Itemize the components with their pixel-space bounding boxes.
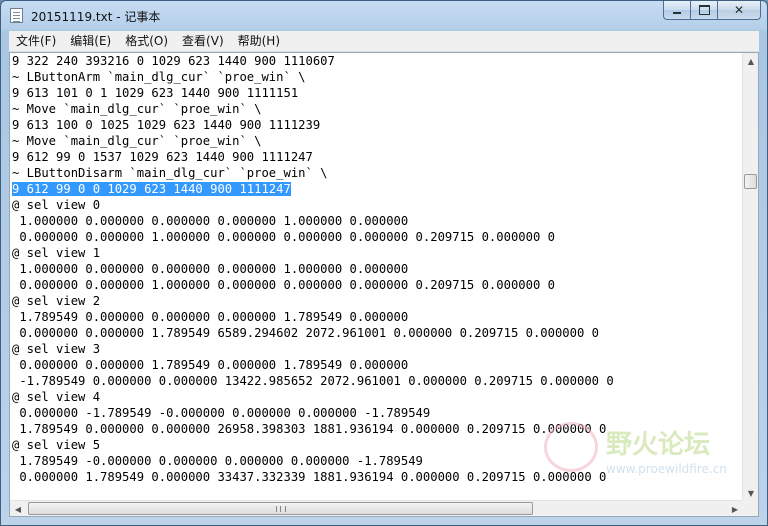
scroll-down-arrow-icon[interactable]: ▼ <box>743 485 759 501</box>
text-line-content: @ sel view 2 <box>12 294 101 308</box>
text-line-content: 9 613 100 0 1025 1029 623 1440 900 11112… <box>12 118 321 132</box>
text-line[interactable]: ~ LButtonArm `main_dlg_cur` `proe_win` \ <box>10 69 743 85</box>
text-line-content: ~ LButtonDisarm `main_dlg_cur` `proe_win… <box>12 166 328 180</box>
close-button[interactable]: ✕ <box>717 1 761 20</box>
text-line[interactable]: @ sel view 4 <box>10 389 743 405</box>
text-line[interactable]: ~ LButtonDisarm `main_dlg_cur` `proe_win… <box>10 165 743 181</box>
text-line[interactable]: 1.789549 0.000000 0.000000 0.000000 1.78… <box>10 309 743 325</box>
text-line[interactable]: @ sel view 0 <box>10 197 743 213</box>
text-line[interactable]: 0.000000 0.000000 1.789549 6589.294602 2… <box>10 325 743 341</box>
text-line[interactable]: @ sel view 3 <box>10 341 743 357</box>
text-line-content: 1.789549 0.000000 0.000000 26958.398303 … <box>12 422 607 436</box>
text-line[interactable]: 9 613 101 0 1 1029 623 1440 900 1111151 <box>10 85 743 101</box>
text-line-content: 9 322 240 393216 0 1029 623 1440 900 111… <box>12 54 335 68</box>
text-line-content: 1.000000 0.000000 0.000000 0.000000 1.00… <box>12 214 409 228</box>
text-line-content: @ sel view 4 <box>12 390 101 404</box>
scroll-up-arrow-icon[interactable]: ▲ <box>743 53 759 69</box>
horizontal-scrollbar[interactable]: ◀ ▶ <box>10 500 743 516</box>
text-line[interactable]: 0.000000 0.000000 1.789549 0.000000 1.78… <box>10 357 743 373</box>
menu-file[interactable]: 文件(F) <box>9 31 63 51</box>
horizontal-scroll-thumb[interactable] <box>28 502 533 515</box>
text-line[interactable]: @ sel view 2 <box>10 293 743 309</box>
window-title: 20151119.txt - 记事本 <box>31 10 161 24</box>
text-line[interactable]: 1.000000 0.000000 0.000000 0.000000 1.00… <box>10 213 743 229</box>
maximize-icon <box>698 5 710 15</box>
text-line[interactable]: 0.000000 0.000000 1.000000 0.000000 0.00… <box>10 229 743 245</box>
text-line-content: @ sel view 0 <box>12 198 101 212</box>
text-line[interactable]: -1.789549 0.000000 0.000000 13422.985652… <box>10 373 743 389</box>
text-area[interactable]: 9 322 240 393216 0 1029 623 1440 900 111… <box>10 53 743 501</box>
scrollbar-corner <box>742 500 758 516</box>
text-line[interactable]: @ sel view 5 <box>10 437 743 453</box>
text-line-content: 0.000000 0.000000 1.000000 0.000000 0.00… <box>12 278 555 292</box>
caption-buttons: ✕ <box>663 1 761 21</box>
text-line-content: 0.000000 0.000000 1.789549 0.000000 1.78… <box>12 358 409 372</box>
text-line-content: 0.000000 0.000000 1.789549 6589.294602 2… <box>12 326 599 340</box>
vertical-scrollbar[interactable]: ▲ ▼ <box>742 53 758 501</box>
text-line-content: @ sel view 3 <box>12 342 101 356</box>
text-line[interactable]: 9 612 99 0 1537 1029 623 1440 900 111124… <box>10 149 743 165</box>
minimize-icon <box>673 12 681 14</box>
close-icon: ✕ <box>733 3 745 17</box>
text-editor: 9 322 240 393216 0 1029 623 1440 900 111… <box>9 52 759 517</box>
scroll-left-arrow-icon[interactable]: ◀ <box>10 501 26 517</box>
text-line-content: 1.789549 -0.000000 0.000000 0.000000 0.0… <box>12 454 423 468</box>
text-line[interactable]: 0.000000 0.000000 1.000000 0.000000 0.00… <box>10 277 743 293</box>
text-line[interactable]: @ sel view 1 <box>10 245 743 261</box>
vertical-scroll-thumb[interactable] <box>744 174 757 189</box>
text-line-content: 0.000000 -1.789549 -0.000000 0.000000 0.… <box>12 406 431 420</box>
menu-format[interactable]: 格式(O) <box>118 31 175 51</box>
text-line[interactable]: 1.789549 0.000000 0.000000 26958.398303 … <box>10 421 743 437</box>
text-line[interactable]: 9 612 99 0 0 1029 623 1440 900 1111247 <box>10 181 743 197</box>
text-line-content: -1.789549 0.000000 0.000000 13422.985652… <box>12 374 614 388</box>
notepad-app-icon[interactable] <box>10 8 23 23</box>
text-line-content: 9 612 99 0 0 1029 623 1440 900 1111247 <box>12 182 291 196</box>
text-line[interactable]: 0.000000 1.789549 0.000000 33437.332339 … <box>10 469 743 485</box>
menu-view[interactable]: 查看(V) <box>175 31 231 51</box>
minimize-button[interactable] <box>663 1 690 20</box>
menu-help[interactable]: 帮助(H) <box>231 31 287 51</box>
text-line[interactable]: ~ Move `main_dlg_cur` `proe_win` \ <box>10 101 743 117</box>
text-line[interactable]: 1.000000 0.000000 0.000000 0.000000 1.00… <box>10 261 743 277</box>
text-line-content: ~ Move `main_dlg_cur` `proe_win` \ <box>12 102 262 116</box>
text-line-content: @ sel view 1 <box>12 246 101 260</box>
scroll-right-arrow-icon[interactable]: ▶ <box>727 501 743 517</box>
text-line-content: @ sel view 5 <box>12 438 101 452</box>
text-line-content: 1.000000 0.000000 0.000000 0.000000 1.00… <box>12 262 409 276</box>
text-line-content: 1.789549 0.000000 0.000000 0.000000 1.78… <box>12 310 409 324</box>
text-line[interactable]: 9 613 100 0 1025 1029 623 1440 900 11112… <box>10 117 743 133</box>
text-line[interactable]: 9 322 240 393216 0 1029 623 1440 900 111… <box>10 53 743 69</box>
text-line-content: 9 612 99 0 1537 1029 623 1440 900 111124… <box>12 150 313 164</box>
text-line[interactable]: 0.000000 -1.789549 -0.000000 0.000000 0.… <box>10 405 743 421</box>
text-line-content: ~ Move `main_dlg_cur` `proe_win` \ <box>12 134 262 148</box>
text-line[interactable]: 1.789549 -0.000000 0.000000 0.000000 0.0… <box>10 453 743 469</box>
text-line-content: 9 613 101 0 1 1029 623 1440 900 1111151 <box>12 86 299 100</box>
notepad-window: 20151119.txt - 记事本 ✕ 文件(F) 编辑(E) 格式(O) 查… <box>0 0 768 526</box>
menu-edit[interactable]: 编辑(E) <box>63 31 118 51</box>
maximize-button[interactable] <box>690 1 717 20</box>
text-line-content: 0.000000 1.789549 0.000000 33437.332339 … <box>12 470 607 484</box>
text-line-content: ~ LButtonArm `main_dlg_cur` `proe_win` \ <box>12 70 306 84</box>
text-line[interactable]: ~ Move `main_dlg_cur` `proe_win` \ <box>10 133 743 149</box>
text-line-content: 0.000000 0.000000 1.000000 0.000000 0.00… <box>12 230 555 244</box>
title-bar[interactable]: 20151119.txt - 记事本 ✕ <box>1 1 767 31</box>
menu-bar: 文件(F) 编辑(E) 格式(O) 查看(V) 帮助(H) <box>9 31 759 52</box>
grip-icon <box>275 505 286 512</box>
